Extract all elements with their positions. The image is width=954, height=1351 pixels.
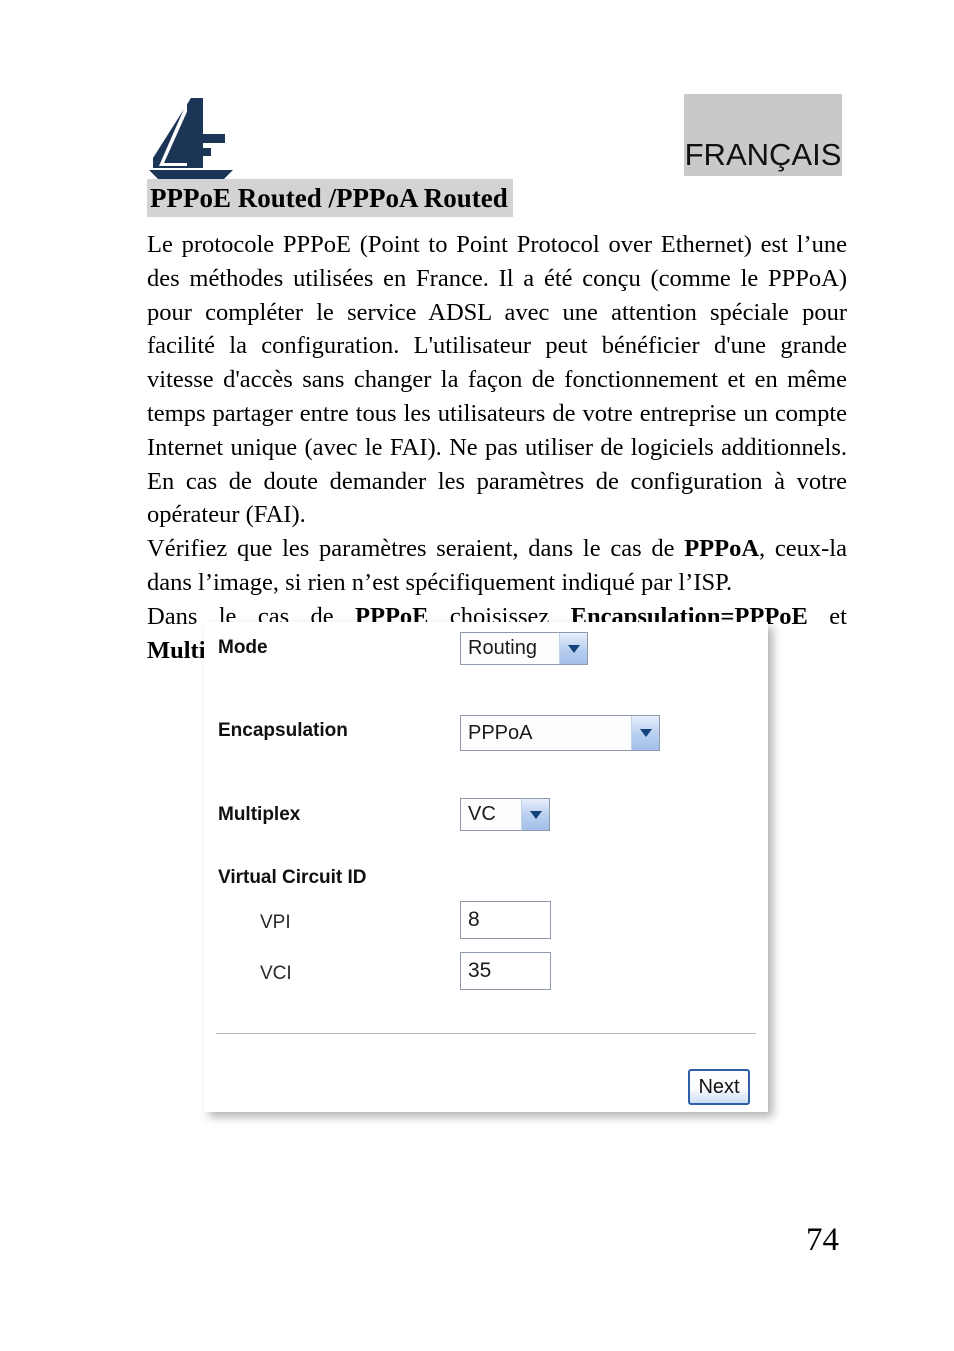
language-badge-label: FRANÇAIS bbox=[684, 137, 842, 172]
vci-input[interactable]: 35 bbox=[460, 952, 551, 990]
router-config-panel: Mode Routing Encapsulation PPPoA Multipl… bbox=[204, 622, 768, 1112]
page-number: 74 bbox=[806, 1222, 839, 1258]
next-button[interactable]: Next bbox=[688, 1069, 750, 1105]
chevron-down-icon[interactable] bbox=[521, 799, 549, 830]
vpi-input[interactable]: 8 bbox=[460, 901, 551, 939]
mode-select-value: Routing bbox=[468, 637, 537, 659]
vci-label: VCI bbox=[260, 963, 292, 984]
panel-divider bbox=[216, 1033, 756, 1034]
vci-input-value: 35 bbox=[468, 959, 492, 982]
encapsulation-select-value: PPPoA bbox=[468, 721, 533, 744]
vpi-input-value: 8 bbox=[468, 908, 480, 931]
paragraph-3-post: et bbox=[807, 602, 847, 630]
vpi-label: VPI bbox=[260, 912, 291, 933]
paragraph-2: Vérifiez que les paramètres seraient, da… bbox=[147, 532, 847, 600]
multiplex-select[interactable]: VC bbox=[460, 798, 550, 831]
chevron-down-icon[interactable] bbox=[559, 633, 587, 664]
encapsulation-label: Encapsulation bbox=[218, 720, 348, 741]
multiplex-label: Multiplex bbox=[218, 804, 301, 825]
virtual-circuit-id-label: Virtual Circuit ID bbox=[218, 867, 367, 888]
language-badge: FRANÇAIS bbox=[684, 94, 842, 176]
chevron-down-icon[interactable] bbox=[631, 716, 659, 750]
body-text: Le protocole PPPoE (Point to Point Proto… bbox=[147, 228, 847, 667]
mode-label: Mode bbox=[218, 637, 268, 658]
mode-select[interactable]: Routing bbox=[460, 632, 588, 665]
paragraph-2-pre: Vérifiez que les paramètres seraient, da… bbox=[147, 535, 685, 563]
encapsulation-select[interactable]: PPPoA bbox=[460, 715, 660, 751]
paragraph-2-bold: PPPoA bbox=[684, 535, 760, 563]
atlantis-sailboat-logo bbox=[147, 96, 241, 182]
page-title: PPPoE Routed /PPPoA Routed bbox=[147, 179, 513, 217]
multiplex-select-value: VC bbox=[468, 803, 496, 825]
paragraph-1: Le protocole PPPoE (Point to Point Proto… bbox=[147, 231, 847, 529]
